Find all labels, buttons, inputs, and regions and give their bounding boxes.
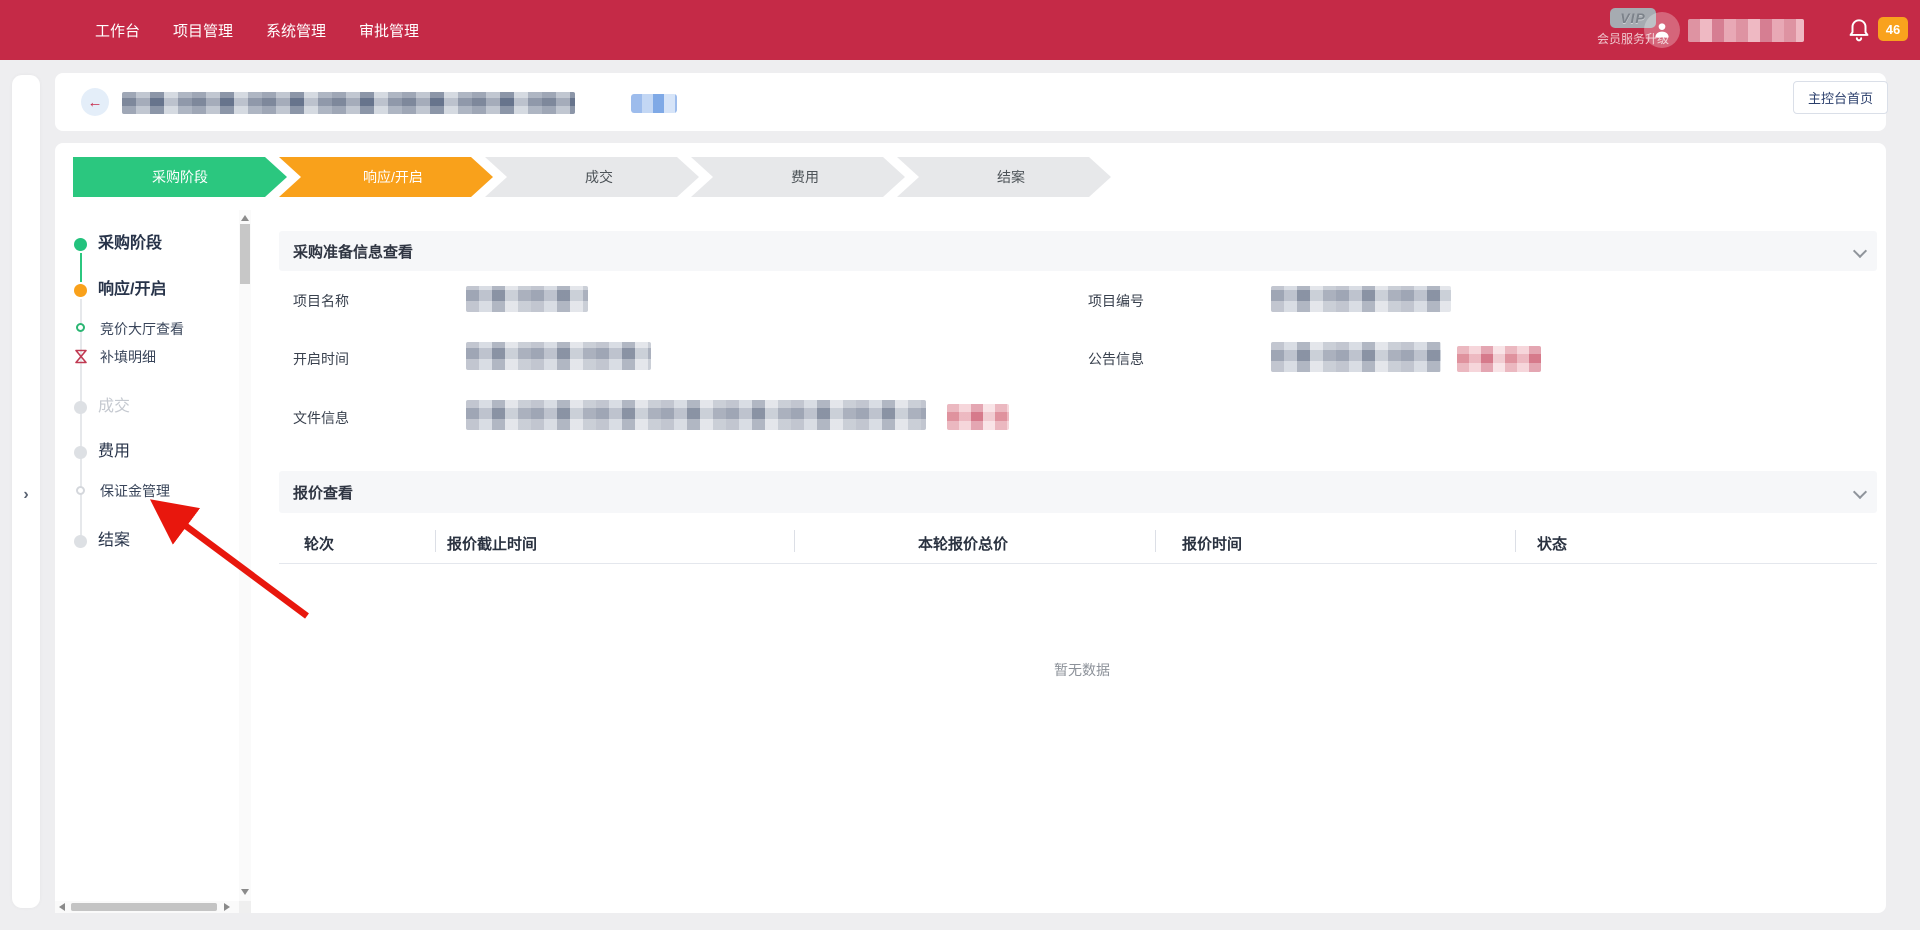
vertical-scroll-thumb[interactable] <box>240 224 250 284</box>
col-header-round-total: 本轮报价总价 <box>918 533 1008 554</box>
col-header-status: 状态 <box>1537 533 1567 554</box>
sidebar-item-bidding-hall-view[interactable]: 竞价大厅查看 <box>100 320 184 338</box>
prep-section-title: 采购准备信息查看 <box>293 241 413 262</box>
sidebar-item-deposit-management[interactable]: 保证金管理 <box>100 482 170 500</box>
column-divider <box>1515 530 1516 552</box>
stage-dot-pending-icon <box>74 535 87 548</box>
nav-item-workbench[interactable]: 工作台 <box>95 20 140 41</box>
column-divider <box>435 530 436 552</box>
field-label-project-number: 项目编号 <box>1088 291 1144 311</box>
sidebar-vertical-scrollbar[interactable] <box>239 210 251 901</box>
stage-dot-disabled-icon <box>74 401 87 414</box>
col-header-round: 轮次 <box>304 533 334 554</box>
notification-bell-icon[interactable] <box>1846 15 1872 43</box>
scroll-up-icon[interactable] <box>241 215 249 221</box>
quote-section-title: 报价查看 <box>293 482 353 503</box>
step-response-open[interactable]: 响应/开启 <box>279 157 493 197</box>
sidebar-item-deal[interactable]: 成交 <box>98 397 130 417</box>
field-label-announcement-info: 公告信息 <box>1088 349 1144 369</box>
horizontal-scroll-thumb[interactable] <box>71 903 217 911</box>
person-icon <box>1652 20 1672 40</box>
project-number-value-redacted <box>1271 286 1451 312</box>
scroll-right-icon[interactable] <box>224 903 230 911</box>
step-deal[interactable]: 成交 <box>485 157 699 197</box>
sub-dot-gray-ring-icon <box>76 486 85 495</box>
stage-dot-completed-icon <box>74 238 87 251</box>
column-divider <box>794 530 795 552</box>
notification-count-badge[interactable]: 46 <box>1878 17 1908 41</box>
nav-item-approval-management[interactable]: 审批管理 <box>359 20 419 41</box>
project-status-tag-redacted <box>631 94 677 113</box>
empty-state-text: 暂无数据 <box>1022 660 1142 680</box>
file-info-value-redacted <box>466 400 926 430</box>
field-label-open-time: 开启时间 <box>293 349 349 369</box>
stage-dot-current-icon <box>74 284 87 297</box>
nav-item-system-management[interactable]: 系统管理 <box>266 20 326 41</box>
sidebar-item-procurement-stage[interactable]: 采购阶段 <box>98 234 162 254</box>
user-avatar[interactable] <box>1644 12 1680 48</box>
step-closing[interactable]: 结案 <box>897 157 1111 197</box>
sub-dot-green-ring-icon <box>76 323 85 332</box>
project-title-redacted <box>122 92 575 114</box>
col-header-quote-time: 报价时间 <box>1182 533 1242 554</box>
field-label-file-info: 文件信息 <box>293 408 349 428</box>
field-label-project-name: 项目名称 <box>293 291 349 311</box>
nav-menu: 工作台 项目管理 系统管理 审批管理 <box>95 0 419 60</box>
username-redacted[interactable] <box>1688 19 1804 42</box>
sidebar-item-supplement-detail[interactable]: 补填明细 <box>100 348 156 366</box>
quote-section-header[interactable]: 报价查看 <box>279 471 1877 513</box>
back-button[interactable]: ← <box>81 88 109 116</box>
top-nav-bar: 工作台 项目管理 系统管理 审批管理 VIP 会员服务升级 46 <box>0 0 1920 60</box>
step-procurement-stage[interactable]: 采购阶段 <box>73 157 287 197</box>
nav-item-project-management[interactable]: 项目管理 <box>173 20 233 41</box>
expand-panel-handle[interactable]: › <box>17 483 35 507</box>
scroll-left-icon[interactable] <box>59 903 65 911</box>
hourglass-icon <box>74 349 88 364</box>
file-link-redacted[interactable] <box>947 404 1009 430</box>
sidebar-item-fee[interactable]: 费用 <box>98 442 130 462</box>
scroll-down-icon[interactable] <box>241 889 249 895</box>
step-fee[interactable]: 费用 <box>691 157 905 197</box>
open-time-value-redacted <box>466 342 651 370</box>
console-home-button[interactable]: 主控台首页 <box>1793 81 1888 114</box>
timeline-connector-green <box>80 253 82 282</box>
column-divider <box>1155 530 1156 552</box>
stage-dot-pending-icon <box>74 446 87 459</box>
timeline-connector-gray <box>80 299 82 536</box>
sidebar-item-closing[interactable]: 结案 <box>98 531 130 551</box>
prep-section-header[interactable]: 采购准备信息查看 <box>279 231 1877 271</box>
table-header-border <box>279 563 1877 564</box>
announcement-link-redacted[interactable] <box>1457 346 1541 372</box>
page-root: 工作台 项目管理 系统管理 审批管理 VIP 会员服务升级 46 › ← <box>0 0 1920 930</box>
project-name-value-redacted <box>466 286 588 312</box>
col-header-quote-deadline: 报价截止时间 <box>447 533 537 554</box>
sidebar-item-response-open[interactable]: 响应/开启 <box>98 280 166 300</box>
announcement-value-redacted <box>1271 342 1441 372</box>
scrollbar-corner <box>239 901 251 913</box>
